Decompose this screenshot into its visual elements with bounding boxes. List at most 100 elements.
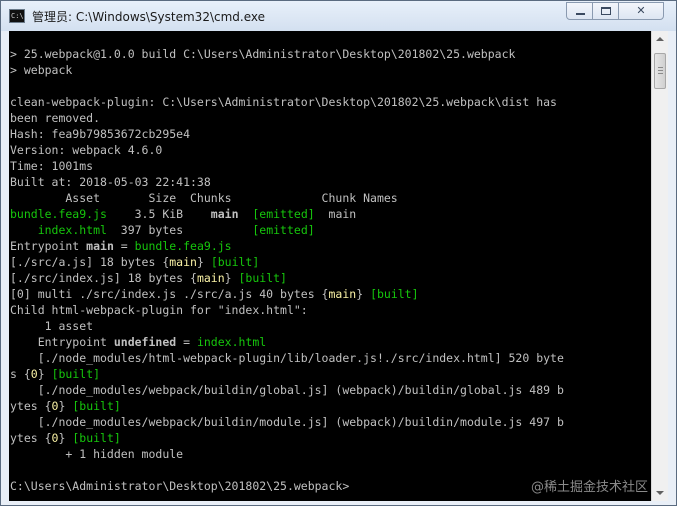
console-line: clean-webpack-plugin: C:\Users\Administr… (10, 94, 564, 110)
console-segment: } (37, 367, 52, 381)
console-line: [./src/a.js] 18 bytes {main} [built] (10, 254, 564, 270)
console-segment: 0 (30, 367, 38, 381)
console-segment: main (328, 287, 357, 301)
console-segment: 3.5 KiB (106, 207, 211, 221)
console-segment: [built] (72, 431, 121, 445)
console-segment: main (196, 271, 225, 285)
console-segment: Entrypoint (10, 239, 87, 253)
console-segment: bundle.fea9.js (134, 239, 232, 253)
console-segment (239, 207, 253, 221)
arrow-up-icon (656, 37, 664, 41)
grip-icon (658, 67, 663, 68)
console-segment: [./node_modules/webpack/buildin/module.j… (10, 415, 564, 429)
console-segment: [./src/a.js] 18 bytes { (10, 255, 170, 269)
console-segment: Time: 1001ms (10, 159, 94, 173)
console-line: ytes {0} [built] (10, 398, 564, 414)
console-segment: main (86, 239, 114, 253)
maximize-button[interactable] (592, 2, 619, 20)
maximize-icon (601, 7, 611, 15)
console-segment: [./node_modules/webpack/buildin/global.j… (10, 383, 564, 397)
console-segment: [built] (238, 271, 287, 285)
console-segment: Asset Size Chunks Chunk Names (10, 191, 398, 205)
scroll-down-button[interactable] (652, 484, 668, 501)
console-line: C:\Users\Administrator\Desktop\201802\25… (10, 478, 564, 494)
console-line: + 1 hidden module (10, 446, 564, 462)
console-line: Version: webpack 4.6.0 (10, 142, 564, 158)
console-line: Hash: fea9b79853672cb295e4 (10, 126, 564, 142)
console-line: Asset Size Chunks Chunk Names (10, 190, 564, 206)
console-segment: index.html (37, 223, 107, 237)
scroll-thumb[interactable] (654, 53, 666, 89)
console-segment: } (224, 271, 239, 285)
console-segment: C:\Users\Administrator\Desktop\201802\25… (10, 479, 350, 493)
console-segment: s { (10, 367, 31, 381)
console-segment: [emitted] (252, 223, 315, 237)
console-line: ytes {0} [built] (10, 430, 564, 446)
console-segment: Hash: fea9b79853672cb295e4 (10, 127, 191, 141)
console-segment: clean-webpack-plugin: C:\Users\Administr… (10, 95, 557, 109)
minimize-icon (576, 13, 585, 15)
console-line: Child html-webpack-plugin for "index.htm… (10, 302, 564, 318)
console-segment: = (176, 335, 197, 349)
title-bar[interactable]: C:\ 管理员: C:\Windows\System32\cmd.exe ✕ (1, 1, 676, 31)
console-segment: ytes { (10, 399, 52, 413)
console-line: Time: 1001ms (10, 158, 564, 174)
minimize-button[interactable] (566, 2, 593, 20)
console-line: been removed. (10, 110, 564, 126)
console-line: > 25.webpack@1.0.0 build C:\Users\Admini… (10, 46, 564, 62)
console-segment: main (169, 255, 197, 269)
console-segment: ytes { (10, 431, 52, 445)
console-line: > webpack (10, 62, 564, 78)
close-icon: ✕ (636, 4, 646, 17)
grip-icon (658, 73, 663, 74)
console-segment: main (314, 207, 357, 221)
console-segment: } (58, 399, 73, 413)
console-line: [./node_modules/html-webpack-plugin/lib/… (10, 350, 564, 366)
console-segment: > 25.webpack@1.0.0 build C:\Users\Admini… (10, 47, 516, 61)
console-line: s {0} [built] (10, 366, 564, 382)
cmd-window: C:\ 管理员: C:\Windows\System32\cmd.exe ✕ >… (0, 0, 677, 506)
console-segment: index.html (196, 335, 267, 349)
console-segment: + 1 hidden module (10, 447, 184, 461)
console-segment: } (58, 431, 73, 445)
cmd-icon[interactable]: C:\ (9, 9, 25, 23)
console-segment: [built] (51, 367, 101, 381)
console-line: index.html 397 bytes [emitted] (10, 222, 564, 238)
console-segment: Child html-webpack-plugin for "index.htm… (10, 303, 308, 317)
console-segment: undefined (113, 335, 177, 349)
console-segment: 1 asset (10, 319, 94, 333)
console-segment: [built] (210, 255, 260, 269)
console-segment: main (210, 207, 239, 221)
console-line: [./src/index.js] 18 bytes {main} [built] (10, 270, 564, 286)
console-segment: bundle.fea9.js (10, 207, 107, 221)
console-segment: [./node_modules/html-webpack-plugin/lib/… (10, 351, 564, 365)
console-segment: Built at: 2018-05-03 22:41:38 (10, 175, 211, 189)
console-segment: [emitted] (252, 207, 315, 221)
console-line: [0] multi ./src/index.js ./src/a.js 40 b… (10, 286, 564, 302)
console-line: [./node_modules/webpack/buildin/global.j… (10, 382, 564, 398)
console-line: Entrypoint undefined = index.html (10, 334, 564, 350)
console-segment: [built] (72, 399, 121, 413)
console-segment: [./src/index.js] 18 bytes { (10, 271, 197, 285)
console-text: > 25.webpack@1.0.0 build C:\Users\Admini… (10, 46, 564, 494)
console-segment: been removed. (10, 111, 101, 125)
vertical-scrollbar[interactable] (651, 31, 668, 501)
grip-icon (658, 70, 663, 71)
console-segment: [built] (370, 287, 419, 301)
console-segment: [0] multi ./src/index.js ./src/a.js 40 b… (10, 287, 329, 301)
watermark: @稀土掘金技术社区 (531, 480, 649, 495)
window-title: 管理员: C:\Windows\System32\cmd.exe (32, 10, 265, 24)
console-segment: } (356, 287, 371, 301)
console-segment: Entrypoint (10, 335, 114, 349)
console-segment: } (196, 255, 211, 269)
close-button[interactable]: ✕ (618, 2, 664, 20)
console-segment: 397 bytes (106, 223, 253, 237)
scroll-up-button[interactable] (652, 31, 668, 48)
arrow-down-icon (656, 491, 664, 495)
console-line: Entrypoint main = bundle.fea9.js (10, 238, 564, 254)
console-segment: > webpack (10, 63, 73, 77)
console-output[interactable]: > 25.webpack@1.0.0 build C:\Users\Admini… (9, 31, 651, 501)
console-line: [./node_modules/webpack/buildin/module.j… (10, 414, 564, 430)
